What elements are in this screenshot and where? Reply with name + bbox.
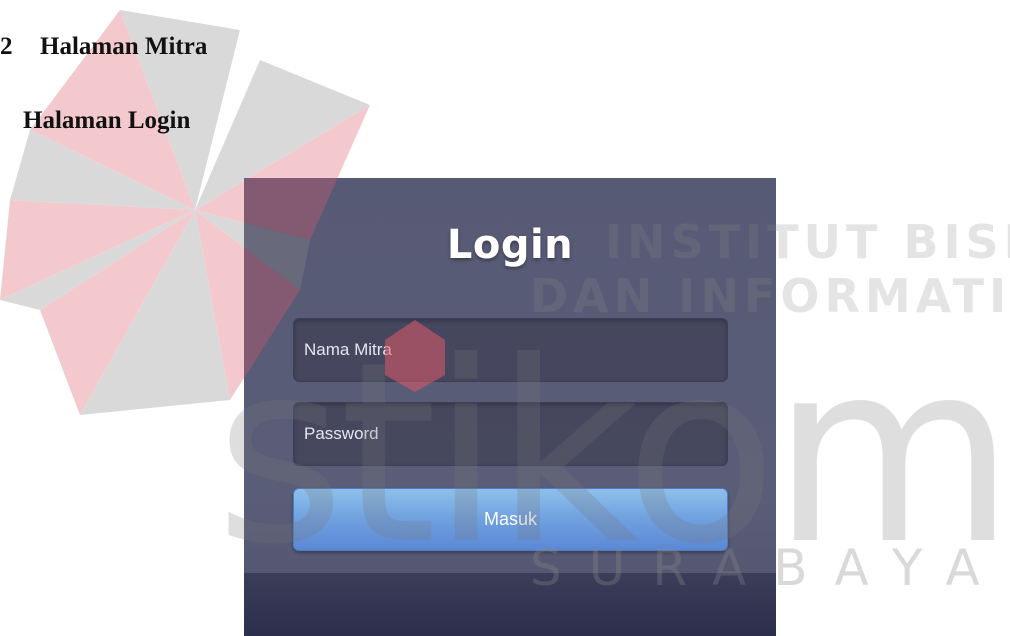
username-input[interactable] [294, 319, 727, 381]
subsection-heading: Halaman Login [23, 107, 191, 134]
login-button[interactable]: Masuk [293, 488, 728, 551]
section-number: 2 [0, 33, 13, 60]
login-screenshot: Login Masuk [244, 178, 776, 636]
section-title: Halaman Mitra [40, 33, 208, 60]
password-input[interactable] [294, 403, 727, 465]
username-field[interactable] [293, 318, 728, 382]
password-field[interactable] [293, 402, 728, 466]
section-heading: 2 Halaman Mitra [0, 33, 207, 61]
panel-footer [244, 573, 776, 636]
login-title: Login [446, 222, 574, 268]
